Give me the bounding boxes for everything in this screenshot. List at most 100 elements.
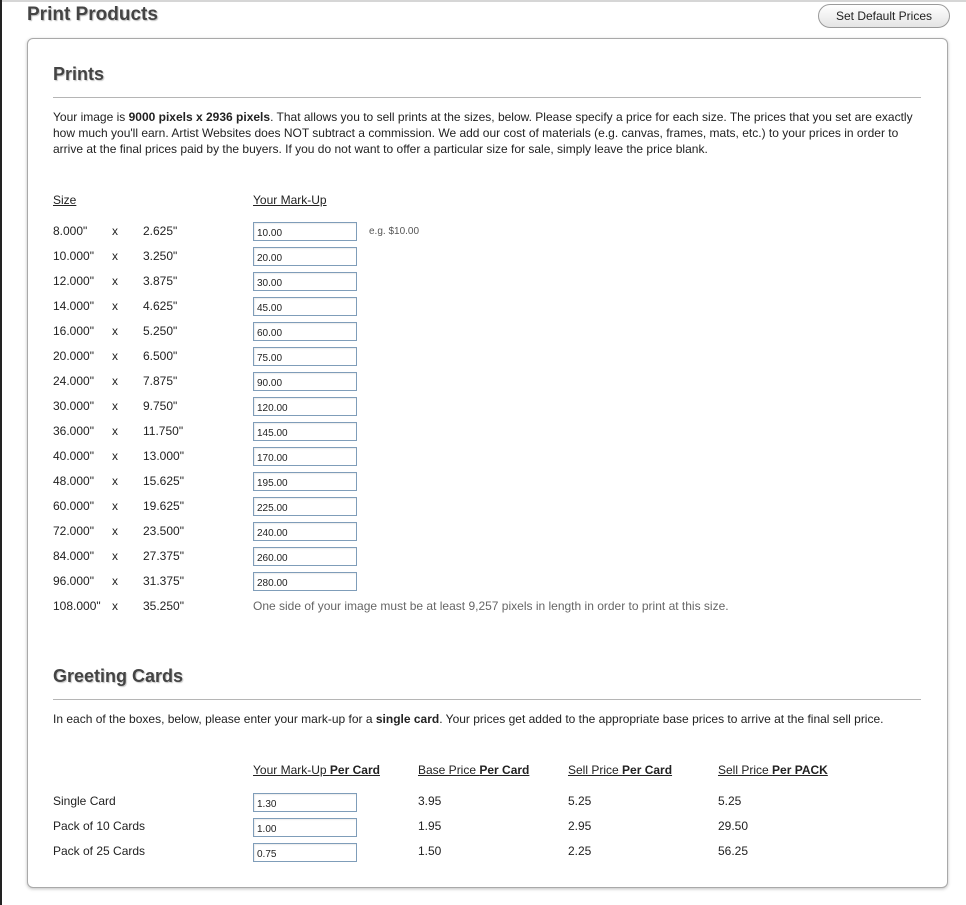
card-sell-price-column-header: Sell Price Per Card [568, 763, 672, 777]
card-markup-header-bold: Per Card [329, 763, 380, 777]
print-width: 10.000" [53, 249, 94, 263]
page-title: Print Products [27, 4, 158, 25]
print-height: 2.625" [143, 224, 178, 238]
print-markup-input[interactable] [253, 222, 357, 241]
card-sell-price: 2.25 [568, 844, 592, 858]
print-markup-input[interactable] [253, 447, 357, 466]
card-pack-header-bold: Per PACK [772, 763, 828, 777]
greeting-cards-divider [53, 699, 921, 700]
print-width: 60.000" [53, 499, 94, 513]
prints-intro-text-1: Your image is [53, 110, 129, 124]
print-width: 108.000" [53, 599, 101, 613]
print-width: 20.000" [53, 349, 94, 363]
print-height: 15.625" [143, 474, 184, 488]
size-column-header: Size [53, 193, 77, 207]
size-unavailable-note: One side of your image must be at least … [253, 599, 729, 613]
prints-divider [53, 97, 921, 98]
card-sell-header-text: Sell Price [568, 763, 623, 777]
cards-intro-text-1: In each of the boxes, below, please ente… [53, 712, 376, 726]
print-width: 14.000" [53, 299, 94, 313]
print-markup-input[interactable] [253, 247, 357, 266]
print-markup-input[interactable] [253, 297, 357, 316]
card-markup-column-header: Your Mark-Up Per Card [253, 763, 380, 777]
print-times-sign: x [112, 424, 118, 438]
card-base-price: 1.95 [418, 819, 442, 833]
top-edge [0, 0, 966, 2]
print-times-sign: x [112, 274, 118, 288]
print-markup-input[interactable] [253, 497, 357, 516]
print-height: 31.375" [143, 574, 184, 588]
print-times-sign: x [112, 549, 118, 563]
card-base-header-text: Base Price [418, 763, 480, 777]
card-base-header-bold: Per Card [479, 763, 530, 777]
card-type-label: Single Card [53, 794, 116, 808]
print-times-sign: x [112, 399, 118, 413]
cards-intro-text-2: . Your prices get added to the appropria… [439, 712, 884, 726]
example-price-hint: e.g. $10.00 [369, 226, 420, 237]
card-markup-header-text: Your Mark-Up [253, 763, 330, 777]
prints-intro: Your image is 9000 pixels x 2936 pixels.… [53, 109, 921, 157]
print-height: 4.625" [143, 299, 178, 313]
markup-column-header: Your Mark-Up [253, 193, 327, 207]
print-times-sign: x [112, 449, 118, 463]
print-times-sign: x [112, 324, 118, 338]
card-sell-header-bold: Per Card [622, 763, 673, 777]
print-times-sign: x [112, 574, 118, 588]
card-markup-input[interactable] [253, 818, 357, 837]
print-markup-input[interactable] [253, 347, 357, 366]
print-times-sign: x [112, 349, 118, 363]
cards-intro-single-card: single card [375, 712, 440, 726]
print-markup-input[interactable] [253, 397, 357, 416]
print-markup-input[interactable] [253, 422, 357, 441]
prints-intro-image-size: 9000 pixels x 2936 pixels [128, 110, 271, 124]
greeting-cards-intro: In each of the boxes, below, please ente… [53, 711, 921, 727]
print-width: 48.000" [53, 474, 94, 488]
print-times-sign: x [112, 474, 118, 488]
card-markup-input[interactable] [253, 793, 357, 812]
print-times-sign: x [112, 249, 118, 263]
print-markup-input[interactable] [253, 572, 357, 591]
print-height: 23.500" [143, 524, 184, 538]
print-width: 12.000" [53, 274, 94, 288]
print-width: 16.000" [53, 324, 94, 338]
print-height: 9.750" [143, 399, 178, 413]
print-height: 35.250" [143, 599, 184, 613]
print-height: 7.875" [143, 374, 178, 388]
print-times-sign: x [112, 374, 118, 388]
greeting-cards-section-title: Greeting Cards [53, 666, 184, 686]
print-markup-input[interactable] [253, 322, 357, 341]
print-width: 36.000" [53, 424, 94, 438]
print-width: 24.000" [53, 374, 94, 388]
card-markup-input[interactable] [253, 843, 357, 862]
card-pack-price: 5.25 [718, 794, 742, 808]
print-height: 13.000" [143, 449, 184, 463]
print-times-sign: x [112, 224, 118, 238]
print-width: 72.000" [53, 524, 94, 538]
card-sell-price: 2.95 [568, 819, 592, 833]
print-markup-input[interactable] [253, 372, 357, 391]
prints-section-title: Prints [53, 64, 105, 84]
card-base-price: 1.50 [418, 844, 442, 858]
print-height: 27.375" [143, 549, 184, 563]
print-times-sign: x [112, 524, 118, 538]
print-width: 40.000" [53, 449, 94, 463]
print-width: 96.000" [53, 574, 94, 588]
print-markup-input[interactable] [253, 522, 357, 541]
print-markup-input[interactable] [253, 472, 357, 491]
print-width: 8.000" [53, 224, 88, 238]
card-pack-price: 56.25 [718, 844, 749, 858]
print-markup-input[interactable] [253, 547, 357, 566]
card-base-price-column-header: Base Price Per Card [418, 763, 529, 777]
card-type-label: Pack of 10 Cards [53, 819, 146, 833]
print-width: 84.000" [53, 549, 94, 563]
card-pack-header-text: Sell Price [718, 763, 773, 777]
set-default-prices-button[interactable]: Set Default Prices [818, 4, 950, 28]
print-height: 19.625" [143, 499, 184, 513]
print-height: 6.500" [143, 349, 178, 363]
print-markup-input[interactable] [253, 272, 357, 291]
print-height: 3.875" [143, 274, 178, 288]
print-height: 3.250" [143, 249, 178, 263]
card-sell-price: 5.25 [568, 794, 592, 808]
print-height: 11.750" [143, 424, 184, 438]
print-height: 5.250" [143, 324, 178, 338]
